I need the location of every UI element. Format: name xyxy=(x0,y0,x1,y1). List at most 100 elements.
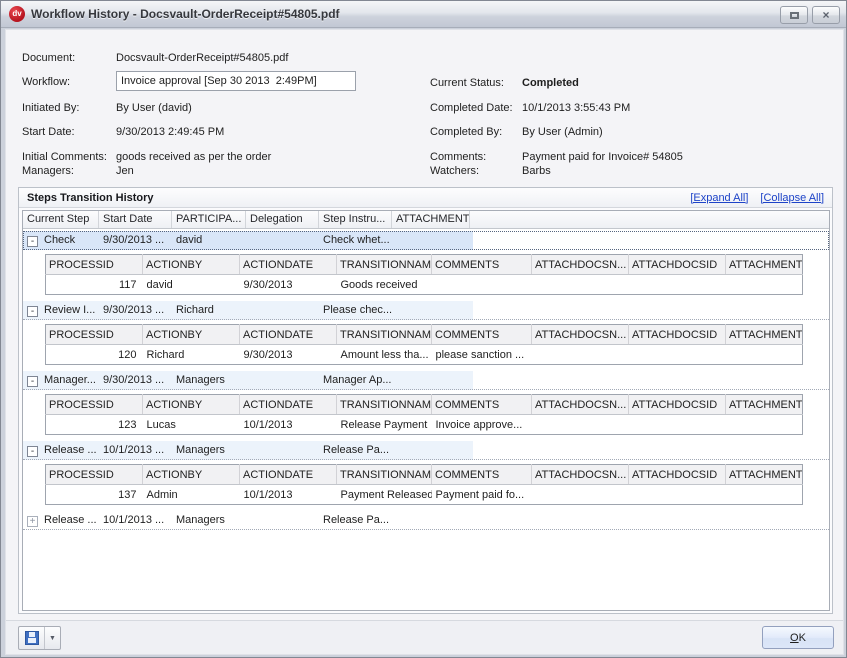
inner-column-header[interactable]: ATTACHDOCSN... xyxy=(532,395,629,415)
group-cell xyxy=(246,238,319,242)
inner-column-header[interactable]: TRANSITIONNAME xyxy=(337,395,432,415)
steps-grid-body: -Check9/30/2013 ...davidCheck whet... PRO… xyxy=(23,231,829,530)
inner-column-header[interactable]: ACTIONDATE xyxy=(240,255,337,275)
inner-column-header[interactable]: ATTACHDOCSID xyxy=(629,465,726,485)
inner-column-header[interactable]: PROCESSID xyxy=(46,465,143,485)
inner-column-header[interactable]: COMMENTS xyxy=(432,465,532,485)
inner-column-header[interactable]: ATTACHDOCSID xyxy=(629,255,726,275)
maximize-button[interactable] xyxy=(780,6,808,24)
action-row[interactable]: 137Admin10/1/2013Payment ReleasedPayment… xyxy=(46,485,803,505)
group-step-name: Manager... xyxy=(44,374,96,386)
workflow-label: Workflow: xyxy=(22,76,70,88)
action-cell xyxy=(629,415,726,435)
collapse-all-link[interactable]: [Collapse All] xyxy=(760,192,824,204)
completed-date-label: Completed Date: xyxy=(430,102,513,114)
inner-column-header[interactable]: TRANSITIONNAME xyxy=(337,465,432,485)
outer-column-header[interactable]: ATTACHMENT xyxy=(392,211,470,228)
inner-column-header[interactable]: ACTIONDATE xyxy=(240,465,337,485)
outer-column-header[interactable]: Current Step xyxy=(23,211,99,228)
outer-column-header[interactable]: Step Instru... xyxy=(319,211,392,228)
inner-column-header[interactable]: ATTACHMENT xyxy=(726,465,803,485)
inner-column-header[interactable]: ATTACHMENT xyxy=(726,395,803,415)
collapse-group-icon[interactable]: - xyxy=(27,376,38,387)
footer-bar: ▼ OK xyxy=(6,620,843,654)
inner-column-header[interactable]: COMMENTS xyxy=(432,325,532,345)
collapse-group-icon[interactable]: - xyxy=(27,236,38,247)
action-cell: 117 xyxy=(46,275,143,295)
action-row[interactable]: 117david9/30/2013Goods received xyxy=(46,275,803,295)
start-date-value: 9/30/2013 2:49:45 PM xyxy=(116,126,224,138)
action-cell: 10/1/2013 xyxy=(240,415,337,435)
group-cell: Managers xyxy=(172,372,246,388)
group-cell: 10/1/2013 ... xyxy=(99,442,172,458)
inner-column-header[interactable]: COMMENTS xyxy=(432,255,532,275)
steps-grid: Current StepStart DatePARTICIPA...Delega… xyxy=(22,210,830,611)
inner-column-header[interactable]: ATTACHDOCSID xyxy=(629,395,726,415)
action-cell: Amount less tha... xyxy=(337,345,432,365)
step-group-row[interactable]: -Release ...10/1/2013 ...ManagersRelease… xyxy=(23,441,829,460)
expand-group-icon[interactable]: + xyxy=(27,516,38,527)
inner-column-header[interactable]: ACTIONDATE xyxy=(240,395,337,415)
completed-by-value: By User (Admin) xyxy=(522,126,603,138)
collapse-group-icon[interactable]: - xyxy=(27,446,38,457)
managers-label: Managers: xyxy=(22,165,74,177)
inner-column-header[interactable]: TRANSITIONNAME xyxy=(337,255,432,275)
inner-column-header[interactable]: PROCESSID xyxy=(46,255,143,275)
close-button[interactable]: × xyxy=(812,6,840,24)
outer-column-header[interactable]: Start Date xyxy=(99,211,172,228)
action-cell: 10/1/2013 xyxy=(240,485,337,505)
outer-column-header[interactable]: PARTICIPA... xyxy=(172,211,246,228)
action-cell xyxy=(726,275,803,295)
action-cell: Lucas xyxy=(143,415,240,435)
action-row[interactable]: 120Richard9/30/2013Amount less tha...ple… xyxy=(46,345,803,365)
group-cell xyxy=(246,448,319,452)
group-step-name: Release ... xyxy=(44,514,97,526)
inner-column-header[interactable]: ACTIONDATE xyxy=(240,325,337,345)
group-cell: Release Pa... xyxy=(319,442,392,458)
action-cell: Release Payment xyxy=(337,415,432,435)
initial-comments-value: goods received as per the order xyxy=(116,151,271,163)
group-cell: Manager Ap... xyxy=(319,372,392,388)
inner-column-header[interactable]: ACTIONBY xyxy=(143,325,240,345)
inner-column-header[interactable]: COMMENTS xyxy=(432,395,532,415)
collapse-group-icon[interactable]: - xyxy=(27,306,38,317)
inner-column-header[interactable]: ATTACHDOCSN... xyxy=(532,465,629,485)
inner-column-header[interactable]: ATTACHDOCSN... xyxy=(532,325,629,345)
workflow-input[interactable] xyxy=(116,71,356,91)
inner-column-header[interactable]: ATTACHDOCSN... xyxy=(532,255,629,275)
save-dropdown-button[interactable]: ▼ xyxy=(45,627,60,649)
step-group-row[interactable]: -Manager...9/30/2013 ...ManagersManager … xyxy=(23,371,829,390)
save-icon xyxy=(25,631,39,645)
inner-column-header[interactable]: ACTIONBY xyxy=(143,465,240,485)
initiated-by-value: By User (david) xyxy=(116,102,192,114)
action-cell: 120 xyxy=(46,345,143,365)
action-row[interactable]: 123Lucas10/1/2013Release PaymentInvoice … xyxy=(46,415,803,435)
step-group-row[interactable]: -Check9/30/2013 ...davidCheck whet... xyxy=(23,231,829,250)
managers-value: Jen xyxy=(116,165,134,177)
outer-column-header[interactable]: Delegation xyxy=(246,211,319,228)
save-split-button: ▼ xyxy=(18,626,61,650)
save-button[interactable] xyxy=(19,627,45,649)
inner-column-header[interactable]: ATTACHDOCSID xyxy=(629,325,726,345)
inner-column-header[interactable]: ATTACHMENT xyxy=(726,325,803,345)
action-cell xyxy=(432,275,532,295)
action-cell xyxy=(532,485,629,505)
outer-header-row: Current StepStart DatePARTICIPA...Delega… xyxy=(23,211,829,229)
title-bar: dv Workflow History - Docsvault-OrderRec… xyxy=(1,1,846,28)
action-cell: please sanction ... xyxy=(432,345,532,365)
action-cell xyxy=(726,415,803,435)
group-step-name: Release ... xyxy=(44,444,97,456)
ok-button[interactable]: OK xyxy=(762,626,834,649)
document-value: Docsvault-OrderReceipt#54805.pdf xyxy=(116,52,288,64)
inner-column-header[interactable]: PROCESSID xyxy=(46,325,143,345)
inner-column-header[interactable]: ACTIONBY xyxy=(143,255,240,275)
inner-column-header[interactable]: PROCESSID xyxy=(46,395,143,415)
inner-column-header[interactable]: TRANSITIONNAME xyxy=(337,325,432,345)
inner-column-header[interactable]: ATTACHMENT xyxy=(726,255,803,275)
step-group-row[interactable]: -Review I...9/30/2013 ...RichardPlease c… xyxy=(23,301,829,320)
step-group-row[interactable]: +Release ...10/1/2013 ...ManagersRelease… xyxy=(23,511,829,530)
expand-all-link[interactable]: [Expand All] xyxy=(690,192,748,204)
inner-column-header[interactable]: ACTIONBY xyxy=(143,395,240,415)
action-cell xyxy=(726,485,803,505)
action-cell xyxy=(726,345,803,365)
